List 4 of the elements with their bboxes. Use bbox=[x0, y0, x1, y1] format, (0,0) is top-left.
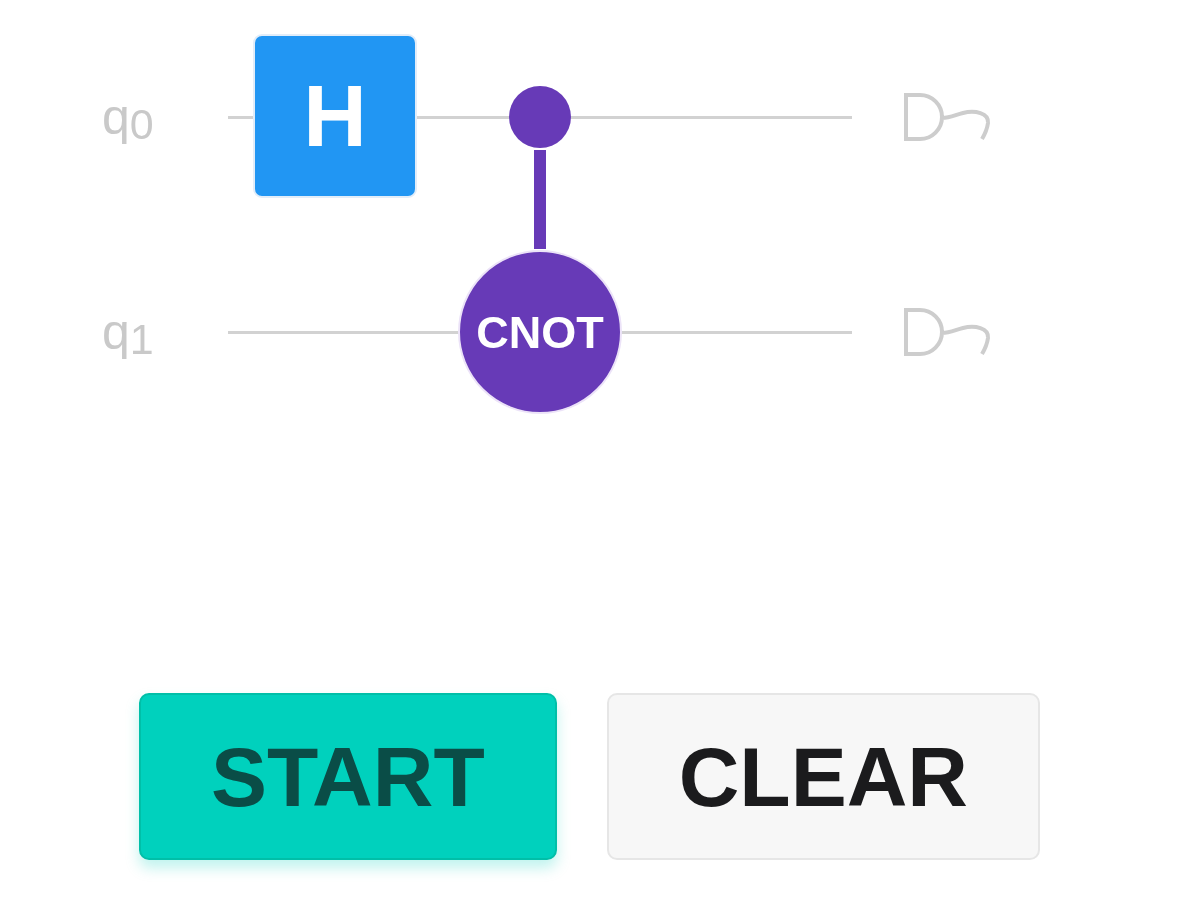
cnot-gate: CNOT bbox=[458, 250, 622, 414]
action-button[interactable]: START bbox=[138, 693, 557, 860]
gate-tile: H bbox=[253, 34, 417, 198]
action-button[interactable]: CLEAR bbox=[606, 693, 1041, 860]
